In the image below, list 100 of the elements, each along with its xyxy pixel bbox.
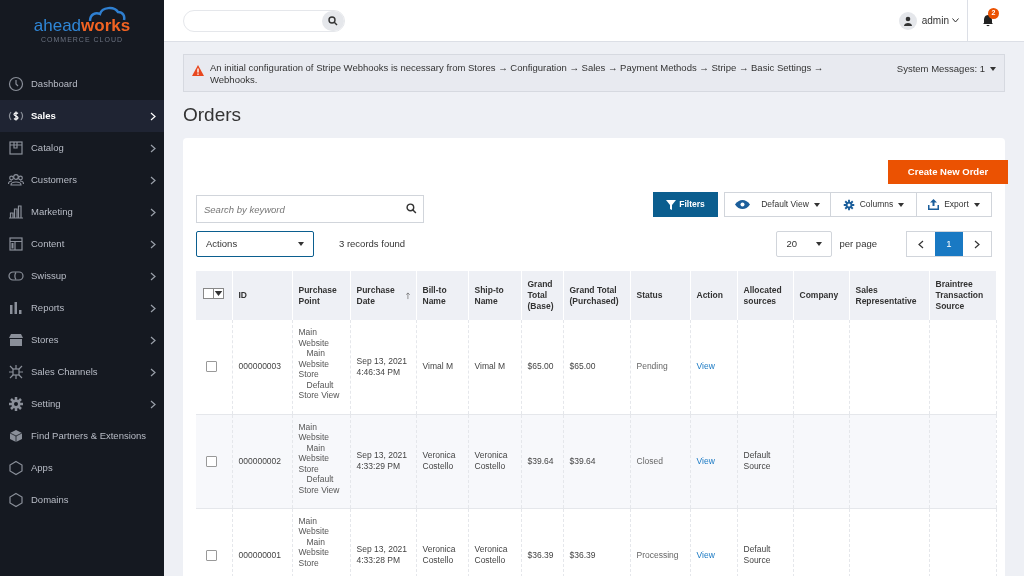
table-cell: Vimal M [422, 361, 454, 372]
sidebar-item[interactable]: Domains [0, 484, 164, 516]
pill-toggle-icon [8, 268, 24, 284]
column-header[interactable]: Grand Total (Purchased) [569, 284, 624, 307]
table-cell: Veronica Costello [422, 450, 456, 471]
view-link[interactable]: View [696, 455, 715, 466]
view-link[interactable]: View [696, 361, 715, 372]
column-header[interactable]: Bill-to Name [422, 284, 462, 307]
user-avatar-icon[interactable] [898, 11, 917, 30]
chevron-right-icon [974, 239, 980, 249]
order-id-text: 000000002 [238, 455, 282, 466]
table-cell: Veronica Costello [474, 450, 508, 471]
storefront-icon [8, 332, 24, 348]
sidebar-item[interactable]: Sales Channels [0, 356, 164, 388]
network-icon [8, 364, 24, 380]
row-checkbox[interactable] [206, 455, 217, 467]
caret-icon [898, 202, 905, 207]
sidebar-item[interactable]: Apps [0, 452, 164, 484]
sidebar-item[interactable]: Dashboard [0, 68, 164, 100]
columns-dropdown[interactable]: Columns [831, 193, 917, 216]
column-header[interactable]: Ship-to Name [474, 284, 515, 307]
per-page-label: per page [839, 236, 877, 251]
users-icon [8, 172, 24, 188]
table-cell: Closed [636, 455, 663, 466]
caret-icon [816, 242, 823, 246]
cube-icon [8, 428, 24, 444]
export-dropdown[interactable]: Export [917, 193, 991, 216]
logo-wordmark: aheadworks [33, 17, 131, 34]
table-cell: $65.00 [569, 361, 596, 372]
column-header[interactable]: ID [238, 290, 247, 301]
settings-icon [8, 396, 24, 412]
sidebar-item[interactable]: Find Partners & Extensions [0, 420, 164, 452]
view-link[interactable]: View [696, 549, 715, 560]
hexagon-icon [8, 460, 24, 476]
table-cell: Sep 13, 2021 4:33:29 PM [356, 450, 408, 471]
table-cell: Pending [636, 361, 668, 372]
hexagon-icon [8, 492, 24, 508]
order-id-text: 000000001 [238, 549, 282, 560]
column-header[interactable]: Grand Total (Base) [527, 279, 557, 312]
chevron-left-icon [918, 239, 924, 249]
system-messages-dropdown[interactable]: System Messages: 1 [896, 62, 996, 77]
caret-icon [298, 242, 304, 246]
reports-icon [8, 300, 24, 316]
purchase-point-text: Main Website Main Website Store Default Store View [298, 327, 341, 401]
column-header[interactable]: Allocated sources [743, 284, 787, 307]
warning-icon [192, 65, 204, 76]
sidebar-item[interactable]: Sales [0, 100, 164, 132]
column-header[interactable]: Purchase Date [356, 284, 402, 307]
sidebar-item[interactable]: Reports [0, 292, 164, 324]
actions-dropdown[interactable]: Actions [196, 231, 314, 257]
column-header[interactable]: Action [696, 290, 723, 301]
keyword-search-field[interactable]: Search by keyword [196, 195, 424, 223]
table-cell: $65.00 [527, 361, 554, 372]
eye-icon [735, 200, 751, 209]
create-order-button[interactable]: Create New Order [888, 160, 1008, 184]
table-cell: Sep 13, 2021 4:33:28 PM [356, 544, 408, 565]
message-text: An initial configuration of Stripe Webhooks is necessary from Stores → Configuration → Sales → Payment Methods → Stripe → Basic Settings → Webhooks. [210, 62, 825, 86]
sidebar-item[interactable]: Catalog [0, 132, 164, 164]
sidebar-item[interactable]: Marketing [0, 196, 164, 228]
table-cell: Default Source [743, 450, 771, 471]
table-cell: Veronica Costello [422, 544, 456, 565]
filters-button[interactable]: Filters [653, 192, 718, 217]
sidebar-item[interactable]: Setting [0, 388, 164, 420]
notifications-icon[interactable] [982, 14, 994, 27]
search-icon[interactable] [406, 203, 417, 214]
row-checkbox[interactable] [206, 361, 217, 373]
upload-icon [928, 199, 940, 210]
table-cell: Processing [636, 549, 679, 560]
table-cell: $39.64 [569, 455, 596, 466]
row-checkbox[interactable] [206, 549, 217, 561]
caret-icon[interactable] [214, 291, 224, 297]
box-icon [8, 140, 24, 156]
column-header[interactable]: Purchase Point [298, 284, 344, 307]
sidebar-item[interactable]: Content [0, 228, 164, 260]
bar-chart-icon [8, 204, 24, 220]
table-cell: Sep 13, 2021 4:46:34 PM [356, 355, 408, 377]
sidebar-item[interactable]: Stores [0, 324, 164, 356]
chevron-down-icon [952, 18, 959, 23]
per-page-dropdown[interactable]: 20 [776, 231, 833, 257]
page-title: Orders [183, 103, 243, 127]
sidebar-item[interactable]: Customers [0, 164, 164, 196]
column-header[interactable]: Status [636, 290, 663, 301]
layout-icon [8, 236, 24, 252]
purchase-point-text: Main Website Main Website Store Default Store View [298, 421, 341, 495]
view-dropdown[interactable]: Default View [725, 193, 831, 216]
table-cell: $36.39 [569, 549, 596, 560]
caret-icon [973, 202, 980, 207]
column-header[interactable]: Sales Representative [855, 284, 923, 307]
user-menu[interactable]: admin [921, 13, 959, 28]
purchase-point-text: Main Website Main Website Store [298, 515, 331, 568]
funnel-icon [666, 199, 677, 210]
gear-icon [842, 198, 855, 211]
column-header[interactable]: Braintree Transaction Source [935, 279, 990, 312]
search-icon[interactable] [322, 10, 344, 31]
table-cell: Veronica Costello [474, 544, 508, 565]
table-cell: Vimal M [474, 361, 506, 372]
table-cell: $39.64 [527, 455, 554, 466]
sidebar-item[interactable]: Swissup [0, 260, 164, 292]
current-page[interactable]: 1 [935, 232, 963, 256]
column-header[interactable]: Company [799, 290, 839, 301]
